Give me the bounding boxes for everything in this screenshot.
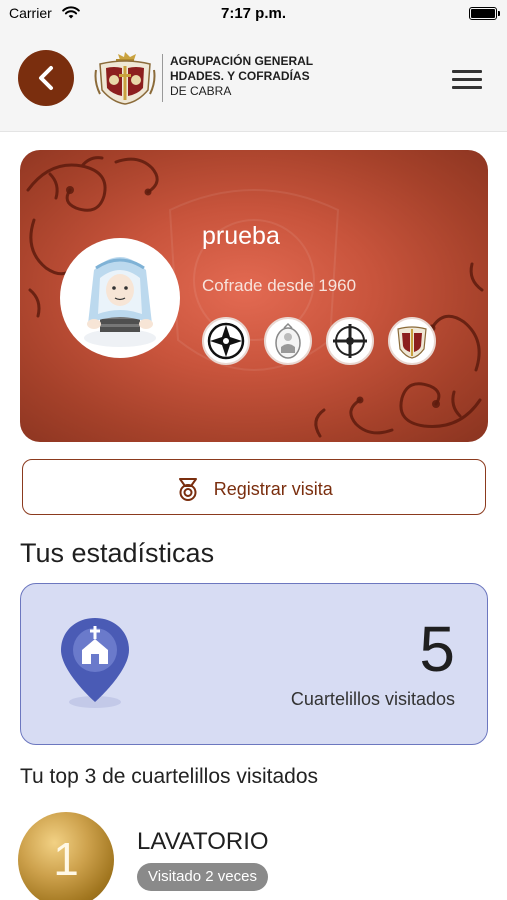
hamburger-menu-icon[interactable] <box>452 70 482 90</box>
top3-title: Tu top 3 de cuartelillos visitados <box>20 765 319 788</box>
crest-emblem-badge[interactable] <box>388 317 436 365</box>
rank-number: 1 <box>53 833 79 885</box>
medal-icon <box>179 478 198 501</box>
status-bar: Carrier 7:17 p.m. <box>0 0 507 28</box>
brand-title: AGRUPACIÓN GENERAL HDADES. Y COFRADÍAS D… <box>170 54 313 99</box>
chevron-left-icon <box>39 66 53 90</box>
brand-line-2: HDADES. Y COFRADÍAS <box>170 69 310 83</box>
stats-title: Tus estadísticas <box>20 538 215 568</box>
brotherhood-crest-logo <box>94 52 156 105</box>
visited-count: 5 <box>419 613 455 685</box>
back-button[interactable] <box>18 50 74 106</box>
register-visit-button[interactable]: Registrar visita <box>22 459 486 515</box>
chapel-location-pin-icon <box>61 618 129 708</box>
profile-name: prueba <box>202 222 280 250</box>
cross-circle-emblem-badge[interactable] <box>326 317 374 365</box>
register-visit-label: Registrar visita <box>213 478 333 499</box>
gold-medal: 1 <box>18 812 114 900</box>
badge-row <box>202 317 452 365</box>
profile-card: prueba Cofrade desde 1960 <box>20 150 488 442</box>
virgin-emblem-badge[interactable] <box>264 317 312 365</box>
battery-icon <box>469 7 500 20</box>
cross-emblem-badge[interactable] <box>202 317 250 365</box>
user-avatar <box>60 238 180 358</box>
status-time: 7:17 p.m. <box>220 5 287 22</box>
stats-card: 5 Cuartelillos visitados <box>20 583 488 745</box>
brand-line-3: DE CABRA <box>170 84 232 98</box>
top-item-name[interactable]: LAVATORIO <box>137 828 269 856</box>
top-item-visits-badge: Visitado 2 veces <box>137 863 268 891</box>
visited-count-label: Cuartelillos visitados <box>290 689 455 709</box>
member-since: Cofrade desde 1960 <box>202 276 357 295</box>
header-divider <box>162 54 163 102</box>
app-header: AGRUPACIÓN GENERAL HDADES. Y COFRADÍAS D… <box>0 28 507 132</box>
brand-line-1: AGRUPACIÓN GENERAL <box>170 54 314 68</box>
